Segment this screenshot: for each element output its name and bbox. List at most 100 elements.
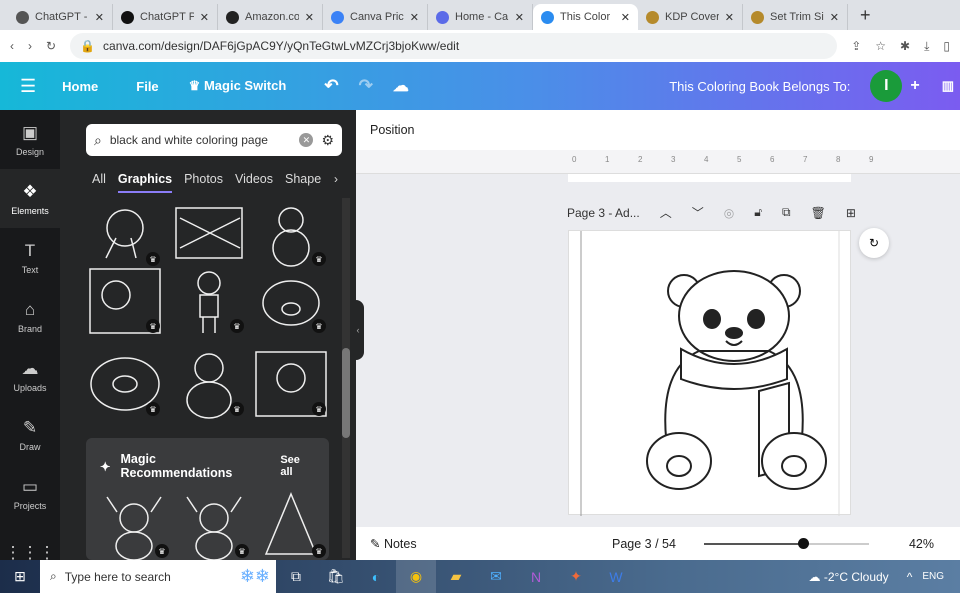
close-tab-icon[interactable]: ✕ — [830, 11, 839, 24]
graphic-thumbnail[interactable]: ♛ — [95, 490, 173, 562]
category-tab[interactable]: Graphics — [117, 172, 173, 193]
graphic-thumbnail[interactable]: ♛ — [86, 265, 164, 337]
word-icon[interactable]: W — [596, 560, 636, 593]
graphic-thumbnail[interactable]: ♛ — [252, 198, 330, 270]
weather-widget[interactable]: ☁ -2°C Cloudy — [809, 570, 889, 584]
close-tab-icon[interactable]: ✕ — [621, 11, 630, 24]
browser-tab[interactable]: Home - Ca ✕ — [428, 4, 533, 30]
category-tab[interactable]: Shape — [285, 172, 321, 193]
notes-button[interactable]: ✎ Notes — [370, 536, 417, 551]
search-input[interactable]: ⌕ black and white coloring page ✕ ⚙ — [86, 124, 342, 156]
tray-chevron-icon[interactable]: ^ — [907, 570, 913, 584]
language-indicator[interactable]: ENG — [922, 571, 944, 582]
redo-icon[interactable]: ↷ — [359, 76, 373, 96]
graphic-thumbnail[interactable]: ♛ — [175, 490, 253, 562]
cloud-saved-icon[interactable]: ☁ — [393, 76, 409, 96]
file-button[interactable]: File — [136, 79, 158, 94]
task-view-icon[interactable]: ⧉ — [276, 560, 316, 593]
duplicate-page-icon[interactable]: ⧉ — [782, 205, 791, 220]
graphic-thumbnail[interactable]: ♛ — [86, 348, 164, 420]
graphic-thumbnail[interactable]: ♛ — [252, 348, 330, 420]
polar-bear-illustration[interactable] — [569, 231, 852, 516]
browser-tab[interactable]: KDP Cover ✕ — [638, 4, 743, 30]
graphic-thumbnail[interactable] — [170, 198, 248, 270]
edge-icon[interactable]: ◐ — [356, 560, 396, 593]
browser-tab[interactable]: Amazon.co ✕ — [218, 4, 323, 30]
design-title[interactable]: This Coloring Book Belongs To: — [669, 79, 850, 94]
premium-crown-icon: ♛ — [235, 544, 249, 558]
insights-icon[interactable]: ▥ — [942, 78, 954, 94]
next-category-icon[interactable]: › — [334, 172, 338, 186]
panel-scrollbar[interactable] — [342, 198, 350, 558]
regenerate-button[interactable]: ↻ — [859, 228, 889, 258]
rail-item-elements[interactable]: ❖ Elements — [0, 169, 60, 228]
rail-item-text[interactable]: T Text — [0, 228, 60, 287]
position-button[interactable]: Position — [370, 123, 414, 137]
page-title[interactable]: Page 3 - Ad... — [567, 206, 640, 220]
see-all-link[interactable]: See all — [280, 454, 315, 478]
reload-icon[interactable]: ↻ — [46, 39, 56, 53]
avatar[interactable]: I — [870, 70, 903, 102]
rail-item-design[interactable]: ▣ Design — [0, 110, 60, 169]
menu-icon[interactable]: ☰ — [20, 76, 36, 97]
close-tab-icon[interactable]: ✕ — [95, 11, 104, 24]
design-page[interactable] — [568, 230, 852, 516]
chevron-down-icon[interactable]: ﹀ — [692, 204, 704, 221]
add-collaborator-icon[interactable]: + — [910, 77, 919, 95]
new-tab-icon[interactable]: + — [860, 5, 871, 26]
zoom-slider[interactable] — [703, 537, 869, 549]
category-tab[interactable]: Videos — [235, 172, 273, 193]
mail-icon[interactable]: ✉ — [476, 560, 516, 593]
magic-switch-button[interactable]: ♛ Magic Switch — [189, 78, 287, 94]
rail-label: Text — [21, 264, 39, 275]
close-tab-icon[interactable]: ✕ — [515, 11, 524, 24]
store-icon[interactable]: 🛍︎ — [316, 560, 356, 593]
hide-icon[interactable]: ◎ — [724, 206, 734, 220]
onenote-icon[interactable]: N — [516, 560, 556, 593]
search-value: black and white coloring page — [109, 133, 268, 147]
windows-start-icon[interactable]: ⊞ — [0, 560, 40, 593]
rail-item-brand[interactable]: ⌂ Brand — [0, 287, 60, 346]
rail-item-projects[interactable]: ▭ Projects — [0, 464, 60, 523]
undo-icon[interactable]: ↶ — [324, 76, 338, 96]
close-tab-icon[interactable]: ✕ — [200, 11, 209, 24]
back-icon[interactable]: ‹ — [10, 39, 14, 53]
close-tab-icon[interactable]: ✕ — [410, 11, 419, 24]
url-bar[interactable]: 🔒 canva.com/design/DAF6jGpAC9Y/yQnTeGtwLv… — [70, 33, 838, 59]
forward-icon[interactable]: › — [28, 39, 32, 53]
close-tab-icon[interactable]: ✕ — [725, 11, 734, 24]
category-tab[interactable]: Photos — [184, 172, 223, 193]
graphic-thumbnail[interactable]: ♛ — [170, 265, 248, 337]
browser-tab[interactable]: ChatGPT P ✕ — [113, 4, 218, 30]
zoom-value[interactable]: 42% — [909, 537, 934, 551]
chevron-up-icon[interactable]: ︿ — [660, 204, 672, 221]
browser-tab[interactable]: Set Trim Si ✕ — [743, 4, 848, 30]
browser-tab[interactable]: This Color ✕ — [533, 4, 638, 30]
graphic-thumbnail[interactable]: ♛ — [86, 198, 164, 270]
rail-item-uploads[interactable]: ☁ Uploads — [0, 346, 60, 405]
graphic-thumbnail[interactable]: ♛ — [252, 490, 330, 562]
share-icon[interactable]: ⇪ — [851, 39, 861, 53]
sidepanel-icon[interactable]: ▯ — [943, 39, 950, 53]
app-icon[interactable]: ✦ — [556, 560, 596, 593]
file-explorer-icon[interactable]: ▰ — [436, 560, 476, 593]
download-icon[interactable]: ⤓ — [924, 39, 929, 54]
category-tab[interactable]: All — [92, 172, 106, 193]
graphic-thumbnail[interactable]: ♛ — [252, 265, 330, 337]
lock-icon[interactable]: 🔓︎ — [754, 205, 762, 220]
extensions-icon[interactable]: ✱ — [900, 39, 910, 53]
browser-tab[interactable]: Canva Pric ✕ — [323, 4, 428, 30]
close-tab-icon[interactable]: ✕ — [305, 11, 314, 24]
chrome-icon[interactable]: ◉ — [396, 560, 436, 593]
bookmark-star-icon[interactable]: ☆ — [875, 39, 886, 53]
browser-tab[interactable]: ChatGPT - ✕ — [8, 4, 113, 30]
home-button[interactable]: Home — [62, 79, 98, 94]
graphic-thumbnail[interactable]: ♛ — [170, 348, 248, 420]
page-counter[interactable]: Page 3 / 54 — [612, 537, 676, 551]
rail-item-draw[interactable]: ✎ Draw — [0, 405, 60, 464]
taskbar-search[interactable]: ⌕ Type here to search ❄❄ — [40, 560, 276, 593]
delete-page-icon[interactable]: 🗑︎ — [811, 206, 826, 220]
clear-search-icon[interactable]: ✕ — [299, 133, 314, 147]
add-page-icon[interactable]: ⊞ — [846, 206, 856, 220]
filter-icon[interactable]: ⚙ — [321, 132, 334, 149]
